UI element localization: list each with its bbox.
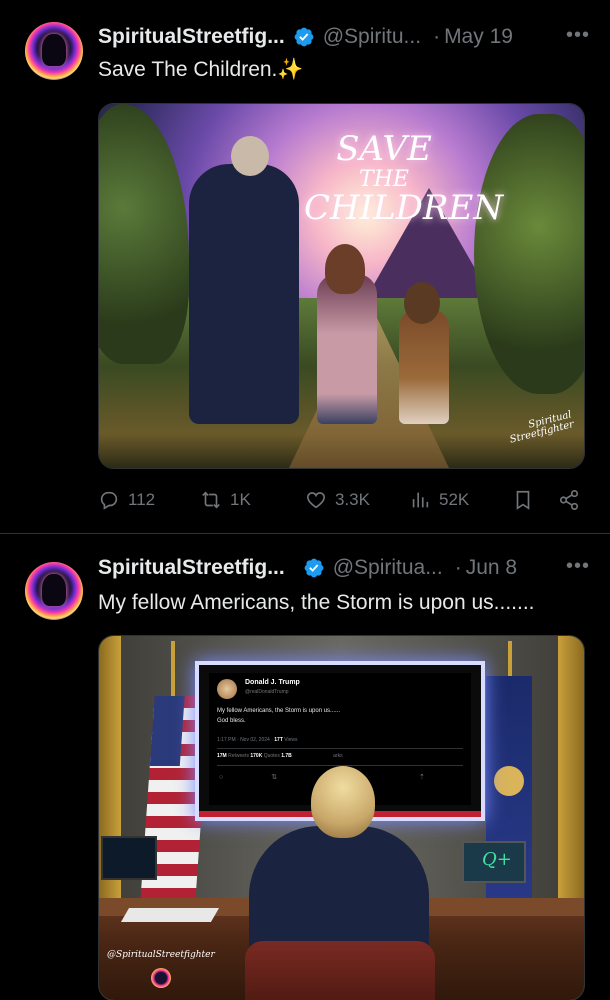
screen-text-line-2: God bless.: [217, 717, 246, 724]
views-icon: [412, 492, 429, 508]
screen-retweet-icon: ⇅: [271, 774, 278, 781]
display-name[interactable]: SpiritualStreetfig...: [98, 556, 285, 580]
tweet-header: SpiritualStreetfig... @Spiritua... · Jun…: [98, 553, 590, 583]
screen-text-line-1: My fellow Americans, the Storm is upon u…: [217, 708, 341, 714]
man-head: [231, 136, 269, 176]
like-button[interactable]: 3.3K: [305, 489, 370, 511]
chair: [245, 941, 435, 1000]
separator-dot: ·: [433, 25, 441, 48]
screen-bookmarks-label: arks: [333, 753, 343, 759]
screen-meta-views: 17T: [274, 737, 283, 743]
tweet-date[interactable]: Jun 8: [466, 556, 517, 580]
bookmark-icon: [516, 490, 530, 510]
tweet-image[interactable]: SAVE THE CHILDREN Spiritual Streetfighte…: [98, 103, 585, 469]
retweet-icon: [202, 491, 220, 509]
art-line-3: CHILDREN: [304, 187, 504, 228]
retweet-count: 1K: [230, 490, 251, 509]
screen-rt-count: 17M: [217, 753, 227, 759]
verified-badge-icon: [304, 558, 324, 578]
more-options-icon[interactable]: •••: [566, 24, 590, 47]
screen-share-icon: ⇡: [419, 774, 425, 781]
views-count: 52K: [439, 490, 470, 509]
reply-count: 112: [128, 490, 156, 509]
tweet-date[interactable]: May 19: [444, 25, 513, 49]
laptop-left: [101, 836, 157, 880]
handle[interactable]: @Spiritua...: [333, 556, 443, 580]
tweet-image[interactable]: Donald J. Trump @realDonaldTrump My fell…: [98, 635, 585, 1000]
handle[interactable]: @Spiritu...: [323, 25, 421, 49]
retweet-button[interactable]: 1K: [200, 489, 251, 511]
screen-stats: 17M Retweets 170K Quotes 1.7B arks: [217, 753, 343, 759]
bookmark-button[interactable]: [512, 489, 534, 511]
heart-icon: [306, 492, 326, 509]
more-options-icon[interactable]: •••: [566, 555, 590, 578]
verified-badge-icon: [294, 27, 314, 47]
avatar[interactable]: [25, 562, 83, 620]
presidential-seal: [494, 766, 524, 796]
image-signature: @SpiritualStreetfighter: [107, 950, 215, 960]
share-button[interactable]: [558, 489, 580, 511]
screen-quotes-label: Quotes: [263, 753, 280, 759]
separator-dot: ·: [454, 556, 462, 579]
avatar-silhouette: [42, 34, 66, 66]
girl-figure: [399, 309, 449, 424]
laptop-right: Q+: [462, 841, 526, 883]
avatar[interactable]: [25, 22, 83, 80]
display-name[interactable]: SpiritualStreetfig...: [98, 25, 285, 49]
screen-likes-count: 1.7B: [281, 753, 292, 759]
tweet-2[interactable]: SpiritualStreetfig... @Spiritua... · Jun…: [0, 535, 610, 1000]
laptop-logo: Q+: [482, 849, 512, 870]
girl-head: [404, 282, 440, 324]
desk-paper: [120, 908, 220, 922]
like-count: 3.3K: [335, 490, 370, 509]
screen-meta-views-label: Views: [284, 737, 298, 743]
image-title-art: SAVE THE CHILDREN: [304, 129, 504, 228]
tweet-header: SpiritualStreetfig... @Spiritu... · May …: [98, 22, 590, 52]
screen-meta: 1:17 PM · Nov 02, 2024 · 17T Views: [217, 737, 298, 743]
tweet-text: My fellow Americans, the Storm is upon u…: [98, 591, 535, 614]
avatar-silhouette: [42, 574, 66, 606]
screen-quotes-count: 170K: [250, 753, 263, 759]
art-line-1: SAVE: [336, 129, 432, 169]
reply-button[interactable]: 112: [98, 489, 155, 511]
man-head: [311, 766, 375, 838]
flag-canton: [149, 696, 185, 766]
screen-handle: @realDonaldTrump: [245, 689, 289, 695]
views-button[interactable]: 52K: [409, 489, 469, 511]
tweet-text: Save The Children.✨: [98, 58, 304, 81]
screen-divider: [217, 748, 463, 749]
girl-figure: [317, 274, 377, 424]
screen-meta-time: 1:17 PM · Nov 02, 2024 ·: [217, 737, 273, 743]
girl-head: [325, 244, 365, 294]
screen-tweet-text: My fellow Americans, the Storm is upon u…: [217, 707, 340, 726]
screen-reply-icon: ○: [219, 774, 224, 781]
signature-logo-icon: [151, 968, 171, 988]
screen-rt-label: Retweets: [228, 753, 249, 759]
screen-name: Donald J. Trump: [245, 679, 300, 686]
tweet-actions: 112 1K 3.3K 52K: [98, 486, 590, 518]
man-figure: [189, 164, 299, 424]
tweet-1[interactable]: SpiritualStreetfig... @Spiritu... · May …: [0, 0, 610, 534]
reply-icon: [100, 491, 118, 510]
screen-avatar: [217, 679, 237, 699]
share-icon: [559, 490, 579, 510]
